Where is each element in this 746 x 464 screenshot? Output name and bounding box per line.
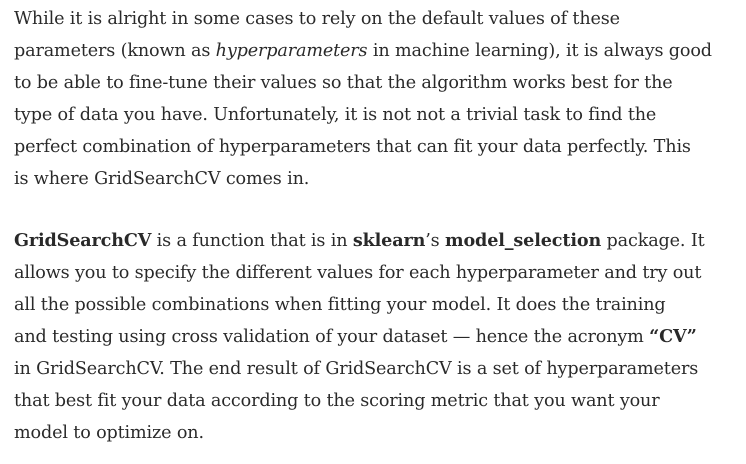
text-line: in GridSearchCV. The end result of GridS…: [14, 359, 699, 379]
text-line: type of data you have. Unfortunately, it…: [14, 105, 657, 125]
text-line: is where GridSearchCV comes in.: [14, 169, 310, 189]
text-line: parameters (known as hyperparameters in …: [14, 35, 742, 67]
text-line: that best fit your data according to the…: [14, 391, 660, 411]
article-body: While it is alright in some cases to rel…: [14, 3, 742, 449]
text-span: package. It: [601, 231, 705, 251]
strong-sklearn: sklearn: [352, 230, 426, 251]
strong-model-selection: model_selection: [445, 230, 602, 251]
text-line: perfect combination of hyperparameters t…: [14, 137, 691, 157]
strong-cv-acronym: “CV”: [649, 326, 697, 347]
paragraph-gridsearchcv-description: GridSearchCV is a function that is in sk…: [14, 225, 742, 449]
paragraph-hyperparameters-intro: While it is alright in some cases to rel…: [14, 3, 742, 195]
text-span: in machine learning), it is always good: [367, 41, 712, 61]
emphasis-hyperparameters: hyperparameters: [215, 41, 368, 61]
text-line: all the possible combinations when fitti…: [14, 295, 666, 315]
text-line: While it is alright in some cases to rel…: [14, 9, 620, 29]
text-span: parameters (known as: [14, 41, 216, 61]
strong-gridsearchcv: GridSearchCV: [14, 230, 152, 251]
text-span: is a function that is in: [151, 231, 353, 251]
text-line: allows you to specify the different valu…: [14, 263, 702, 283]
text-line: GridSearchCV is a function that is in sk…: [14, 225, 742, 257]
text-span: and testing using cross validation of yo…: [14, 327, 650, 347]
text-line: model to optimize on.: [14, 423, 204, 443]
text-line: to be able to fine-tune their values so …: [14, 73, 673, 93]
text-span: ’s: [425, 231, 445, 251]
text-line: and testing using cross validation of yo…: [14, 321, 742, 353]
